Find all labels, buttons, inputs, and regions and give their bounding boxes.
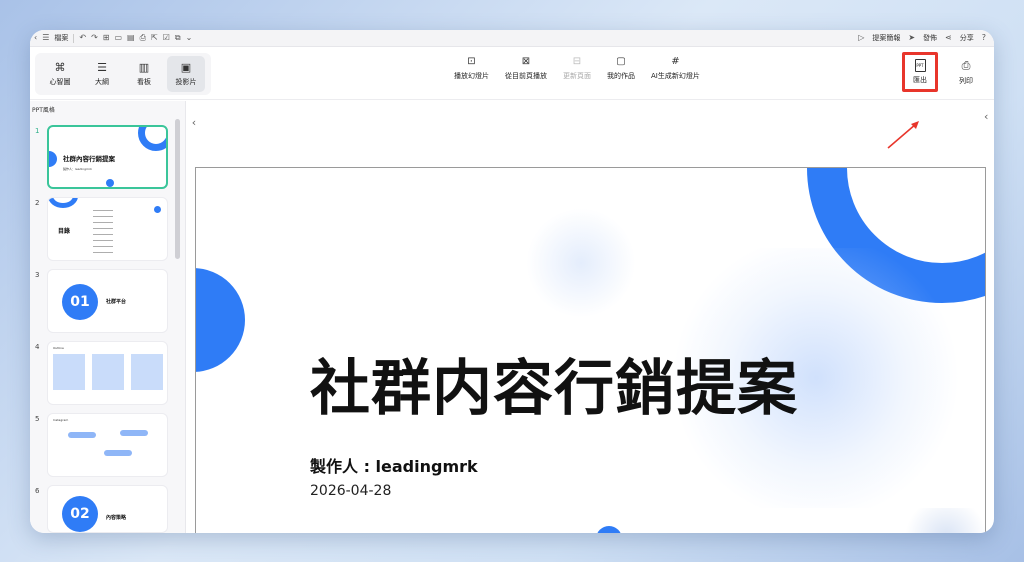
slide-thumbnail[interactable]: 目錄: [47, 197, 168, 261]
export-button[interactable]: PPT 匯出: [902, 52, 938, 92]
slide-thumbnail[interactable]: 01 社群平台: [47, 269, 168, 333]
slide-actions: ⊡ 播放幻燈片 ⊠ 從目前頁播放 ⊟ 更新頁面 ▢ 我的作品 # AI生成新幻燈…: [450, 56, 704, 81]
outline-icon: ☰: [97, 61, 107, 74]
more-icon[interactable]: ⌄: [186, 33, 193, 43]
kanban-icon: ▥: [138, 61, 150, 74]
play-from-current-icon: ⊠: [521, 56, 531, 67]
slide-thumbnail-item[interactable]: 3 01 社群平台: [30, 269, 180, 333]
help-icon[interactable]: ?: [982, 33, 986, 43]
view-switcher: ⌘ 心智圖 ☰ 大綱 ▥ 看板 ▣ 投影片: [35, 53, 211, 95]
slide-thumbnail-item[interactable]: 4 Outline: [30, 341, 180, 405]
file-menu[interactable]: 檔案: [54, 33, 68, 43]
play-slideshow-button[interactable]: ⊡ 播放幻燈片: [450, 56, 493, 81]
update-page-button[interactable]: ⊟ 更新頁面: [559, 56, 595, 81]
annotation-arrow-icon: [887, 121, 919, 149]
play-slideshow-icon: ⊡: [467, 56, 476, 67]
slide-date[interactable]: 2026-04-28: [310, 483, 391, 499]
view-mindmap-button[interactable]: ⌘ 心智圖: [41, 56, 79, 92]
present-mode-dropdown[interactable]: 提案簡報: [872, 33, 900, 43]
undo-icon[interactable]: ↶: [79, 33, 86, 43]
publish-icon[interactable]: ➤: [908, 33, 915, 43]
print-small-icon[interactable]: ⎙: [140, 33, 146, 43]
sidebar-title: PPT風格: [32, 107, 55, 114]
slide-title[interactable]: 社群内容行銷提案: [310, 340, 798, 427]
ai-generate-icon: #: [671, 56, 680, 67]
slide-thumbnail[interactable]: 社群內容行銷提案 製作人：leadingmrk: [47, 125, 168, 189]
publish-button[interactable]: 發佈: [923, 33, 937, 43]
view-slides-button[interactable]: ▣ 投影片: [167, 56, 205, 92]
printer-icon: ⎙: [961, 58, 971, 72]
copy-icon[interactable]: ⧉: [175, 33, 181, 43]
redo-icon[interactable]: ↷: [91, 33, 98, 43]
mindmap-icon: ⌘: [54, 61, 66, 74]
back-icon[interactable]: ‹: [34, 33, 37, 43]
share-button[interactable]: 分享: [960, 33, 974, 43]
slide-thumbnail[interactable]: 02 內容策略: [47, 485, 168, 533]
export-small-icon[interactable]: ⇱: [151, 33, 158, 43]
share-icon[interactable]: ⋖: [945, 33, 952, 43]
slide-thumbnail-item[interactable]: 5 Instagram: [30, 413, 180, 477]
ppt-file-icon: PPT: [914, 59, 926, 72]
play-from-current-button[interactable]: ⊠ 從目前頁播放: [501, 56, 551, 81]
slide-thumbnail-item[interactable]: 1 社群內容行銷提案 製作人：leadingmrk: [30, 125, 180, 189]
decor-dot-bottom: [596, 526, 622, 533]
view-kanban-button[interactable]: ▥ 看板: [125, 56, 163, 92]
folder-icon[interactable]: ▭: [114, 33, 122, 43]
decor-circle-left: [196, 268, 245, 372]
my-works-button[interactable]: ▢ 我的作品: [603, 56, 639, 81]
collapse-sidebar-icon[interactable]: ‹: [187, 110, 201, 134]
decor-glow-corner: [896, 508, 985, 533]
output-actions: PPT 匯出 ⎙ 列印: [902, 52, 984, 92]
my-works-icon: ▢: [616, 56, 626, 67]
check-icon[interactable]: ☑: [163, 33, 170, 43]
view-outline-button[interactable]: ☰ 大綱: [83, 56, 121, 92]
slide-thumbnail[interactable]: Outline: [47, 341, 168, 405]
present-icon[interactable]: ▷: [858, 33, 864, 43]
slide-canvas[interactable]: 社群内容行銷提案 製作人 : leadingmrk 2026-04-28: [195, 167, 986, 533]
menu-icon[interactable]: ☰: [42, 33, 49, 43]
slide-author[interactable]: 製作人 : leadingmrk: [310, 453, 478, 477]
save-icon[interactable]: ▤: [127, 33, 135, 43]
add-icon[interactable]: ⊞: [103, 33, 110, 43]
slide-sidebar: PPT風格 1 社群內容行銷提案 製作人：leadingmrk 2 目錄 3 0…: [30, 101, 186, 533]
app-window: ‹ ☰ 檔案 ↶ ↷ ⊞ ▭ ▤ ⎙ ⇱ ☑ ⧉ ⌄ ▷ 提案簡報 ➤ 發佈 ⋖…: [30, 30, 994, 533]
main-toolbar: ⌘ 心智圖 ☰ 大綱 ▥ 看板 ▣ 投影片 ⊡ 播放幻燈片 ⊠ 從目前頁播放 ⊟…: [30, 48, 994, 100]
ai-generate-button[interactable]: # AI生成新幻燈片: [647, 56, 704, 81]
slide-thumbnail-item[interactable]: 6 02 內容策略: [30, 485, 180, 533]
collapse-right-panel-icon[interactable]: ‹: [984, 110, 994, 134]
title-bar: ‹ ☰ 檔案 ↶ ↷ ⊞ ▭ ▤ ⎙ ⇱ ☑ ⧉ ⌄ ▷ 提案簡報 ➤ 發佈 ⋖…: [30, 30, 994, 47]
slide-thumbnail[interactable]: Instagram: [47, 413, 168, 477]
decor-glow-small: [526, 208, 636, 318]
slides-icon: ▣: [180, 61, 192, 74]
slide-thumbnail-item[interactable]: 2 目錄: [30, 197, 180, 261]
update-page-icon: ⊟: [572, 56, 582, 67]
print-button[interactable]: ⎙ 列印: [948, 52, 984, 92]
